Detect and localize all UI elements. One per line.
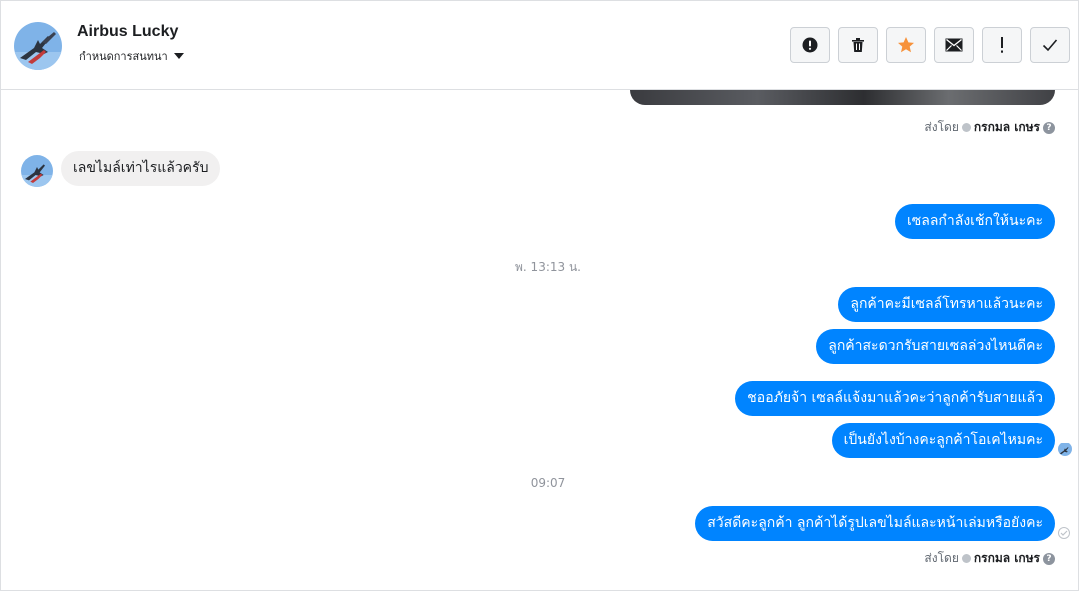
seen-avatar-icon — [1058, 442, 1072, 456]
outgoing-message[interactable]: เป็นยังไงบ้างคะลูกค้าโอเคไหมคะ — [831, 423, 1055, 458]
exclamation-icon — [1001, 37, 1003, 53]
timestamp: 09:07 — [530, 476, 566, 490]
contact-avatar-small — [21, 155, 53, 187]
sent-by-label: ส่งโดย — [924, 551, 959, 565]
sender-name: กรกมล เกษร — [973, 551, 1040, 565]
timestamp: พ. 13:13 น. — [515, 260, 581, 274]
conversation-settings-label: กำหนดการสนทนา — [79, 50, 168, 63]
question-icon[interactable]: ? — [1043, 121, 1055, 134]
page-icon — [961, 123, 971, 132]
caret-down-icon — [173, 53, 184, 59]
incoming-message[interactable]: เลขไมล์เท่าไรแล้วครับ — [61, 151, 221, 186]
done-button[interactable] — [1030, 27, 1070, 63]
contact-avatar[interactable] — [14, 22, 62, 70]
sent-by-row: ส่งโดย กรกมล เกษร ? — [924, 118, 1055, 137]
trash-icon — [852, 38, 864, 52]
check-icon — [1042, 39, 1058, 52]
outgoing-message[interactable]: ลูกค้าสะดวกรับสายเซลล่วงไหนดีคะ — [816, 329, 1055, 364]
sent-by-label: ส่งโดย — [924, 120, 959, 134]
conversation-panel: Airbus Lucky กำหนดการสนทนา ส่งโดย กรกมล … — [0, 0, 1079, 591]
page-icon — [961, 554, 971, 563]
star-icon — [898, 37, 914, 53]
outgoing-message[interactable]: เซลลกำลังเช้กให้นะคะ — [894, 204, 1055, 239]
photo-attachment[interactable] — [630, 90, 1055, 105]
spam-button[interactable] — [790, 27, 830, 63]
action-toolbar — [790, 27, 1070, 63]
outgoing-message[interactable]: ชออภัยจ้า เซลล์แจ้งมาแล้วคะว่าลูกค้ารับส… — [735, 381, 1055, 416]
outgoing-message[interactable]: ลูกค้าคะมีเซลล์โทรหาแล้วนะคะ — [838, 287, 1055, 322]
star-button[interactable] — [886, 27, 926, 63]
follow-up-button[interactable] — [982, 27, 1022, 63]
sent-check-icon — [1058, 527, 1070, 539]
exclamation-circle-icon — [802, 37, 818, 53]
outgoing-message[interactable]: สวัสดีคะลูกค้า ลูกค้าได้รูปเลขไมล์และหน้… — [695, 506, 1055, 541]
sent-by-row: ส่งโดย กรกมล เกษร ? — [924, 549, 1055, 568]
question-icon[interactable]: ? — [1043, 552, 1055, 565]
contact-name: Airbus Lucky — [77, 23, 179, 40]
conversation-settings-dropdown[interactable]: กำหนดการสนทนา — [79, 47, 184, 65]
sender-name: กรกมล เกษร — [973, 120, 1040, 134]
mark-unread-button[interactable] — [934, 27, 974, 63]
envelope-icon — [945, 38, 963, 52]
message-thread[interactable]: ส่งโดย กรกมล เกษร ? เลขไมล์เท่าไรแล้วครั… — [1, 90, 1078, 590]
conversation-header: Airbus Lucky กำหนดการสนทนา — [1, 1, 1078, 90]
delete-button[interactable] — [838, 27, 878, 63]
